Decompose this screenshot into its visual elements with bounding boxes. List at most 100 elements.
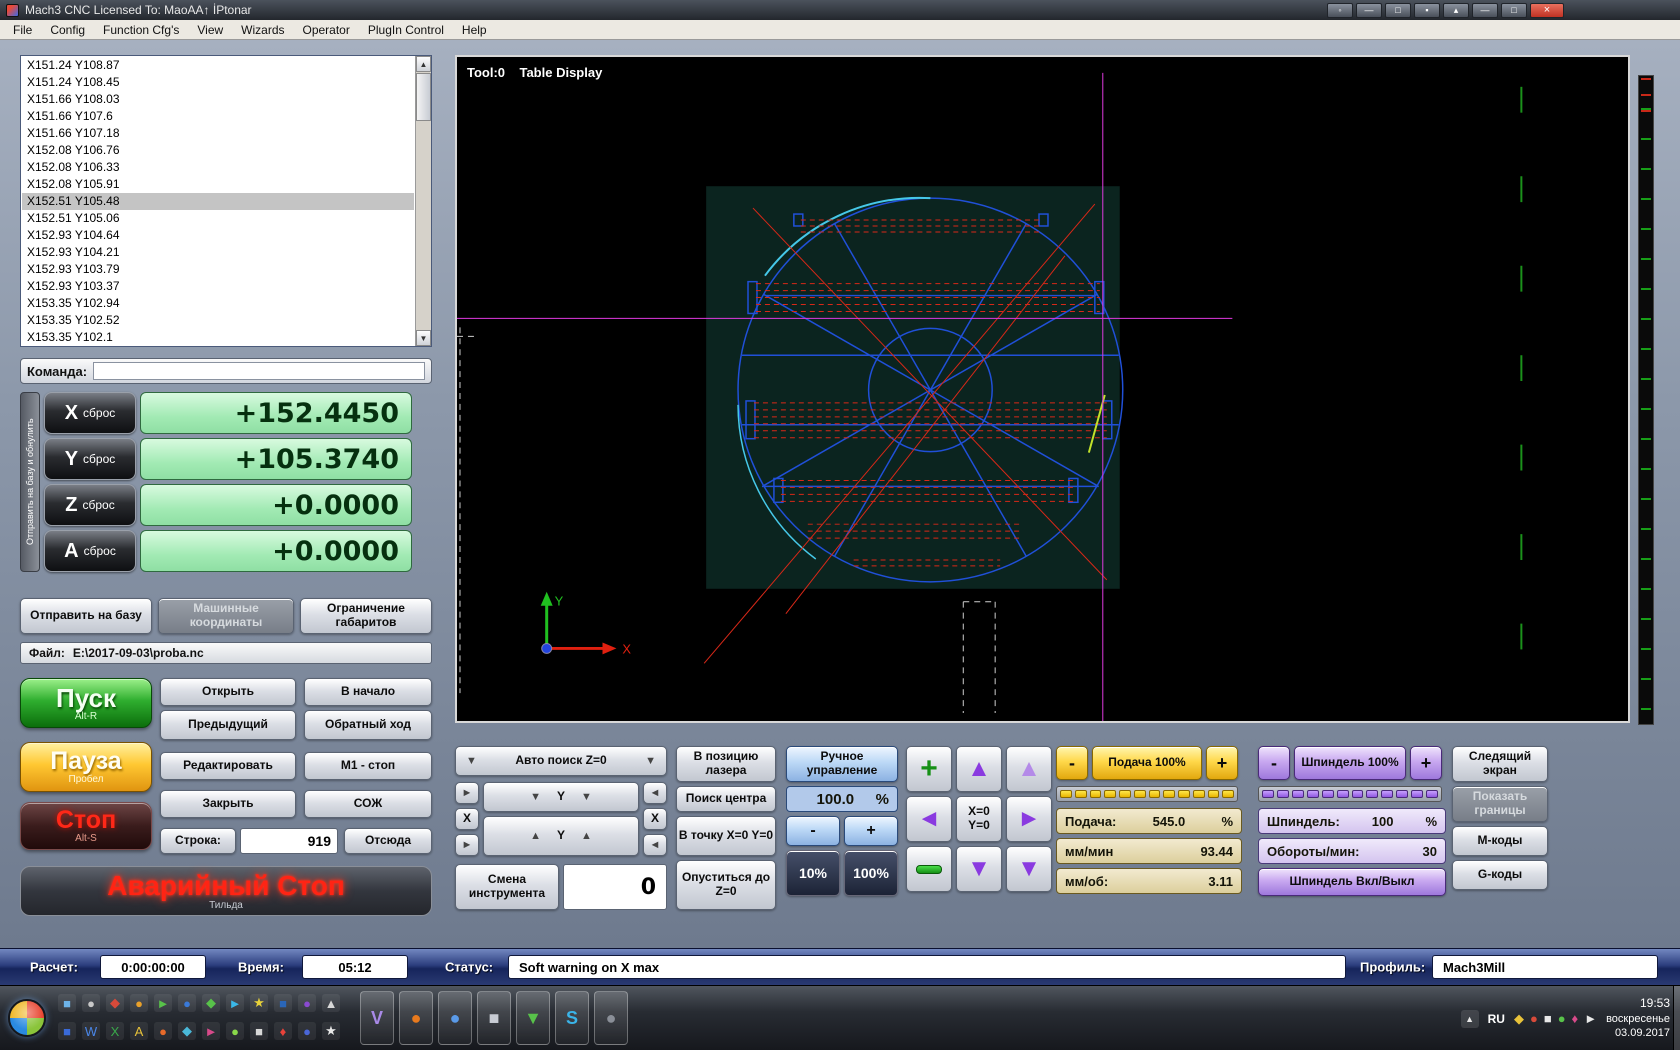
- taskbar-icon[interactable]: ◆: [202, 994, 220, 1012]
- goto-home-button[interactable]: Отправить на базу: [20, 598, 152, 634]
- taskbar-icon[interactable]: W: [82, 1022, 100, 1040]
- minimize-button[interactable]: —: [1356, 2, 1382, 18]
- a-reset-button[interactable]: A сброс: [44, 530, 136, 572]
- tool-change-button[interactable]: Смена инструмента: [455, 864, 559, 910]
- start-button[interactable]: [8, 999, 46, 1037]
- spindle-plus-button[interactable]: +: [1410, 746, 1442, 780]
- feed-minus-button[interactable]: -: [1056, 746, 1088, 780]
- previous-line-button[interactable]: Предыдущий: [160, 710, 296, 740]
- taskbar-icon[interactable]: ●: [298, 1022, 316, 1040]
- edit-gcode-button[interactable]: Редактировать: [160, 752, 296, 780]
- menu-item-file[interactable]: File: [4, 23, 41, 37]
- jog-x-axis-button[interactable]: X: [643, 808, 667, 830]
- gcode-line[interactable]: X152.93 Y103.79: [22, 261, 414, 278]
- menu-item-function-cfg-s[interactable]: Function Cfg's: [94, 23, 188, 37]
- open-file-button[interactable]: Открыть: [160, 678, 296, 706]
- taskbar-app-button[interactable]: V: [360, 991, 394, 1045]
- goto-laser-position-button[interactable]: В позицию лазера: [676, 746, 776, 782]
- gcode-line[interactable]: X152.08 Y106.33: [22, 159, 414, 176]
- ref-all-button[interactable]: +: [906, 746, 952, 792]
- jog-y-plus-button[interactable]: ▲ Y ▲: [483, 816, 639, 856]
- taskbar-icon[interactable]: ●: [298, 994, 316, 1012]
- feed-plus-button[interactable]: +: [1206, 746, 1238, 780]
- run-from-here-button[interactable]: Отсюда: [344, 828, 432, 854]
- taskbar-icon[interactable]: ►: [226, 994, 244, 1012]
- y-dro-display[interactable]: +105.3740: [140, 438, 412, 480]
- taskbar-icon[interactable]: ■: [250, 1022, 268, 1040]
- overlay-panel-button[interactable]: ▪: [1414, 2, 1440, 18]
- xy-zero-button[interactable]: X=0 Y=0: [956, 796, 1002, 842]
- gcode-line[interactable]: X152.51 Y105.48: [22, 193, 414, 210]
- goto-y-min-button[interactable]: ▼: [1006, 846, 1052, 892]
- taskbar-app-button[interactable]: ●: [594, 991, 628, 1045]
- y-reset-button[interactable]: Y сброс: [44, 438, 136, 480]
- taskbar-icon[interactable]: A: [130, 1022, 148, 1040]
- soft-limits-button[interactable]: Ограничение габаритов: [300, 598, 432, 634]
- overlay-up-button[interactable]: ▴: [1443, 2, 1469, 18]
- menu-item-view[interactable]: View: [188, 23, 232, 37]
- gcode-line[interactable]: X153.35 Y102.52: [22, 312, 414, 329]
- gcode-line[interactable]: X152.08 Y106.76: [22, 142, 414, 159]
- tray-icon[interactable]: ●: [1558, 1011, 1566, 1027]
- taskbar-icon[interactable]: ●: [178, 994, 196, 1012]
- gcode-list[interactable]: X151.24 Y108.87 X151.24 Y108.45 X151.66 Y1…: [22, 57, 414, 345]
- taskbar-icon[interactable]: ■: [58, 1022, 76, 1040]
- gcode-line[interactable]: X152.93 Y103.37: [22, 278, 414, 295]
- taskbar-icon[interactable]: X: [106, 1022, 124, 1040]
- gcode-line[interactable]: X152.51 Y105.06: [22, 210, 414, 227]
- line-number-field[interactable]: 919: [240, 828, 338, 854]
- taskbar-icon[interactable]: ►: [154, 994, 172, 1012]
- gcode-scrollbar[interactable]: ▲ ▼: [415, 56, 431, 346]
- close-file-button[interactable]: Закрыть: [160, 790, 296, 818]
- show-limits-button[interactable]: Показать границы: [1452, 786, 1548, 822]
- taskbar-icon[interactable]: ■: [274, 994, 292, 1012]
- taskbar-icon[interactable]: ●: [130, 994, 148, 1012]
- close-button[interactable]: ×: [1530, 2, 1564, 18]
- jog-x-plus-step-button[interactable]: ►: [455, 834, 479, 856]
- ref-y-minus-button[interactable]: ▼: [956, 846, 1002, 892]
- tracking-screen-button[interactable]: Следящий экран: [1452, 746, 1548, 782]
- tray-icon[interactable]: ◆: [1514, 1011, 1524, 1027]
- taskbar-icon[interactable]: ◆: [178, 1022, 196, 1040]
- gcode-line[interactable]: X153.35 Y102.1: [22, 329, 414, 345]
- keyboard-language[interactable]: RU: [1488, 1012, 1505, 1026]
- gcode-line[interactable]: X153.35 Y102.94: [22, 295, 414, 312]
- jog-x-minus-button[interactable]: ◄: [643, 782, 667, 804]
- find-center-button[interactable]: Поиск центра: [676, 786, 776, 812]
- home-and-zero-chip[interactable]: Отправить на базу и обнулить: [20, 392, 40, 572]
- lower-to-z-zero-button[interactable]: Опуститься до Z=0: [676, 860, 776, 910]
- taskbar-icon[interactable]: ★: [250, 994, 268, 1012]
- tray-icon[interactable]: ♦: [1572, 1011, 1579, 1027]
- taskbar-clock[interactable]: 19:53 воскресенье 03.09.2017: [1606, 996, 1670, 1040]
- minimize-2-button[interactable]: —: [1472, 2, 1498, 18]
- tray-icon[interactable]: ●: [1530, 1011, 1538, 1027]
- taskbar-icon[interactable]: ●: [226, 1022, 244, 1040]
- gcode-line[interactable]: X151.66 Y107.6: [22, 108, 414, 125]
- a-dro-display[interactable]: +0.0000: [140, 530, 412, 572]
- taskbar-app-button[interactable]: ●: [399, 991, 433, 1045]
- taskbar-icon[interactable]: ◆: [106, 994, 124, 1012]
- jog-x-plus-button[interactable]: ►: [455, 782, 479, 804]
- jog-percent-minus-button[interactable]: -: [786, 816, 840, 846]
- spindle-minus-button[interactable]: -: [1258, 746, 1290, 780]
- tray-chevron-icon[interactable]: ▲: [1460, 1009, 1479, 1028]
- x-reset-button[interactable]: X сброс: [44, 392, 136, 434]
- command-input[interactable]: [93, 362, 425, 380]
- reverse-run-button[interactable]: Обратный ход: [304, 710, 432, 740]
- toolpath-display[interactable]: Y X Tool:0 Table Display: [455, 55, 1630, 723]
- jog-100-percent-button[interactable]: 100%: [844, 850, 898, 896]
- gcode-line[interactable]: X152.93 Y104.21: [22, 244, 414, 261]
- tray-icon[interactable]: ■: [1544, 1011, 1552, 1027]
- auto-z-probe-button[interactable]: ▼ Авто поиск Z=0 ▼: [455, 746, 667, 776]
- taskbar-app-button[interactable]: ▼: [516, 991, 550, 1045]
- machine-coords-button[interactable]: Машинные координаты: [158, 598, 294, 634]
- taskbar-app-button[interactable]: ■: [477, 991, 511, 1045]
- tray-icon[interactable]: ►: [1584, 1011, 1597, 1027]
- stop-button[interactable]: Стоп Alt-S: [20, 802, 152, 850]
- gcode-line[interactable]: X152.93 Y104.64: [22, 227, 414, 244]
- menu-item-operator[interactable]: Operator: [294, 23, 359, 37]
- restore-2-button[interactable]: □: [1501, 2, 1527, 18]
- ref-x-minus-button[interactable]: ◄: [906, 796, 952, 842]
- jog-x-minus-step-button[interactable]: ◄: [643, 834, 667, 856]
- menu-item-config[interactable]: Config: [41, 23, 94, 37]
